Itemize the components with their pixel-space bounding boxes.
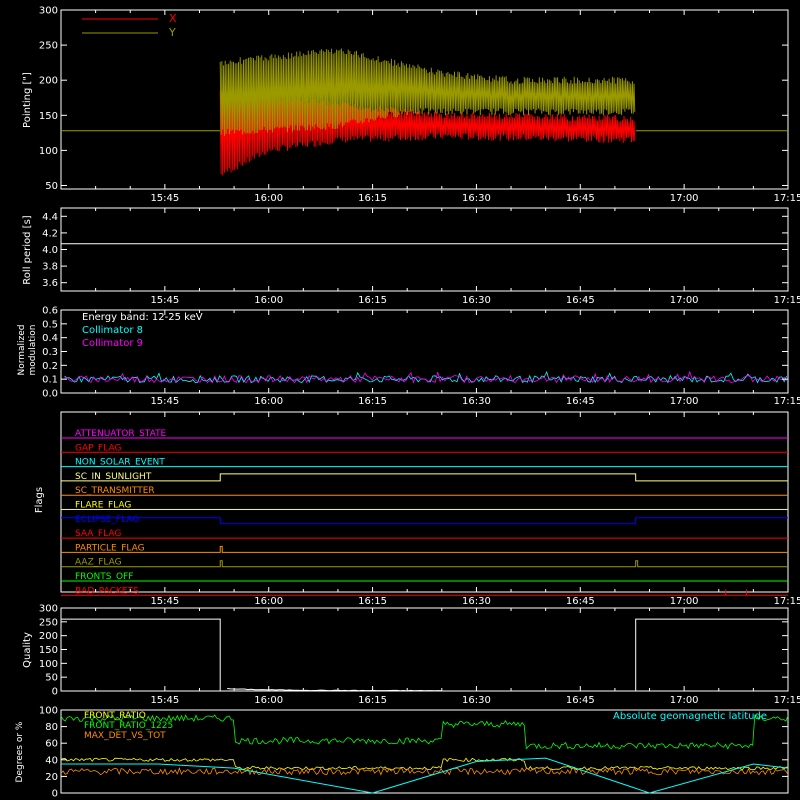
y-tick-label: 200 xyxy=(39,631,58,642)
x-tick-label: 15:45 xyxy=(150,695,179,706)
x-tick-label: 16:00 xyxy=(254,396,283,407)
y-tick-label: 0.4 xyxy=(42,333,58,344)
x-tick-label: 17:15 xyxy=(774,396,800,407)
collimator-8-label: Collimator 8 xyxy=(82,325,143,336)
x-tick-label: 15:45 xyxy=(150,396,179,407)
x-tick-label: 16:45 xyxy=(566,596,595,607)
modulation-ylabel-1: Normalized xyxy=(17,324,27,375)
x-tick-label: 16:15 xyxy=(358,695,387,706)
y-tick-label: 0 xyxy=(52,789,58,800)
y-tick-label: 0.2 xyxy=(42,361,58,372)
y-tick-label: 4.0 xyxy=(42,245,58,256)
rhessi-quicklook-chart: 50100150200250300 15:45 16:00 16:15 16:30 16… xyxy=(0,0,800,800)
y-tick-label: 250 xyxy=(39,617,58,628)
collimator-9-label: Collimator 9 xyxy=(82,338,143,349)
y-tick-label: 300 xyxy=(39,6,58,17)
y-tick-label: 0.0 xyxy=(42,389,58,400)
y-tick-label: 4.2 xyxy=(42,228,58,239)
y-tick-label: 3.6 xyxy=(42,278,58,289)
x-tick-label: 17:00 xyxy=(670,396,699,407)
x-tick-label: 16:30 xyxy=(462,295,491,306)
pointing-ylabel: Pointing ["] xyxy=(22,72,33,128)
x-tick-label: 16:00 xyxy=(254,596,283,607)
y-tick-label: 40 xyxy=(45,755,58,766)
y-tick-label: 150 xyxy=(39,645,58,656)
x-tick-label: 16:15 xyxy=(358,193,387,204)
x-tick-label: 17:15 xyxy=(774,695,800,706)
x-tick-label: 17:00 xyxy=(670,695,699,706)
y-tick-label: 150 xyxy=(39,111,58,122)
x-tick-label: 16:15 xyxy=(358,596,387,607)
x-tick-label: 16:45 xyxy=(566,695,595,706)
x-tick-label: 17:15 xyxy=(774,596,800,607)
y-tick-label: 0.5 xyxy=(42,319,58,330)
x-tick-label: 16:30 xyxy=(462,695,491,706)
x-tick-label: 17:15 xyxy=(774,193,800,204)
x-tick-label: 16:45 xyxy=(566,193,595,204)
y-tick-label: 50 xyxy=(45,673,58,684)
x-tick-label: 15:45 xyxy=(150,193,179,204)
modulation-ylabel-2: modulation xyxy=(28,325,38,376)
y-tick-label: 100 xyxy=(39,706,58,717)
front-ratio-1225-label: FRONT_RATIO_1225 xyxy=(84,721,173,731)
front-ratio-label: FRONT_RATIO xyxy=(84,711,146,721)
y-tick-label: 0.1 xyxy=(42,375,58,386)
roll-ylabel: Roll period [s] xyxy=(22,215,33,284)
legend-y-label: Y xyxy=(168,26,176,39)
y-tick-label: 80 xyxy=(45,722,58,733)
x-tick-label: 16:15 xyxy=(358,396,387,407)
y-tick-label: 60 xyxy=(45,739,58,750)
energy-band-label: Energy band: 12-25 keV xyxy=(82,312,203,323)
x-tick-label: 17:00 xyxy=(670,596,699,607)
y-tick-label: 0.3 xyxy=(42,347,58,358)
flag-label: ECLIPSE_FLAG xyxy=(75,515,139,525)
geomag-latitude-label: Absolute geomagnetic latitude xyxy=(613,711,767,722)
ratios-ylabel: Degrees or % xyxy=(15,721,25,782)
x-tick-label: 17:00 xyxy=(670,193,699,204)
x-tick-label: 16:45 xyxy=(566,396,595,407)
max-det-label: MAX_DET_VS_TOT xyxy=(84,731,166,741)
y-tick-label: 100 xyxy=(39,659,58,670)
y-tick-label: 0 xyxy=(52,687,58,698)
x-tick-label: 16:30 xyxy=(462,193,491,204)
x-tick-label: 16:15 xyxy=(358,295,387,306)
y-tick-label: 0.6 xyxy=(42,306,58,317)
x-tick-label: 16:00 xyxy=(254,295,283,306)
y-tick-label: 20 xyxy=(45,772,58,783)
flags-ylabel: Flags xyxy=(34,487,45,513)
quality-ylabel: Quality xyxy=(22,632,33,668)
y-tick-label: 100 xyxy=(39,146,58,157)
x-tick-label: 16:00 xyxy=(254,695,283,706)
y-tick-label: 3.8 xyxy=(42,262,58,273)
x-tick-label: 15:45 xyxy=(150,596,179,607)
y-tick-label: 50 xyxy=(45,181,58,192)
x-tick-label: 16:45 xyxy=(566,295,595,306)
y-tick-label: 4.4 xyxy=(42,212,58,223)
x-tick-label: 16:30 xyxy=(462,596,491,607)
legend-x-label: X xyxy=(169,12,177,25)
x-tick-label: 17:00 xyxy=(670,295,699,306)
x-tick-label: 16:30 xyxy=(462,396,491,407)
x-tick-label: 15:45 xyxy=(150,295,179,306)
x-tick-label: 16:00 xyxy=(254,193,283,204)
y-tick-label: 300 xyxy=(39,604,58,615)
y-tick-label: 200 xyxy=(39,76,58,87)
x-tick-label: 17:15 xyxy=(774,295,800,306)
y-tick-label: 250 xyxy=(39,41,58,52)
